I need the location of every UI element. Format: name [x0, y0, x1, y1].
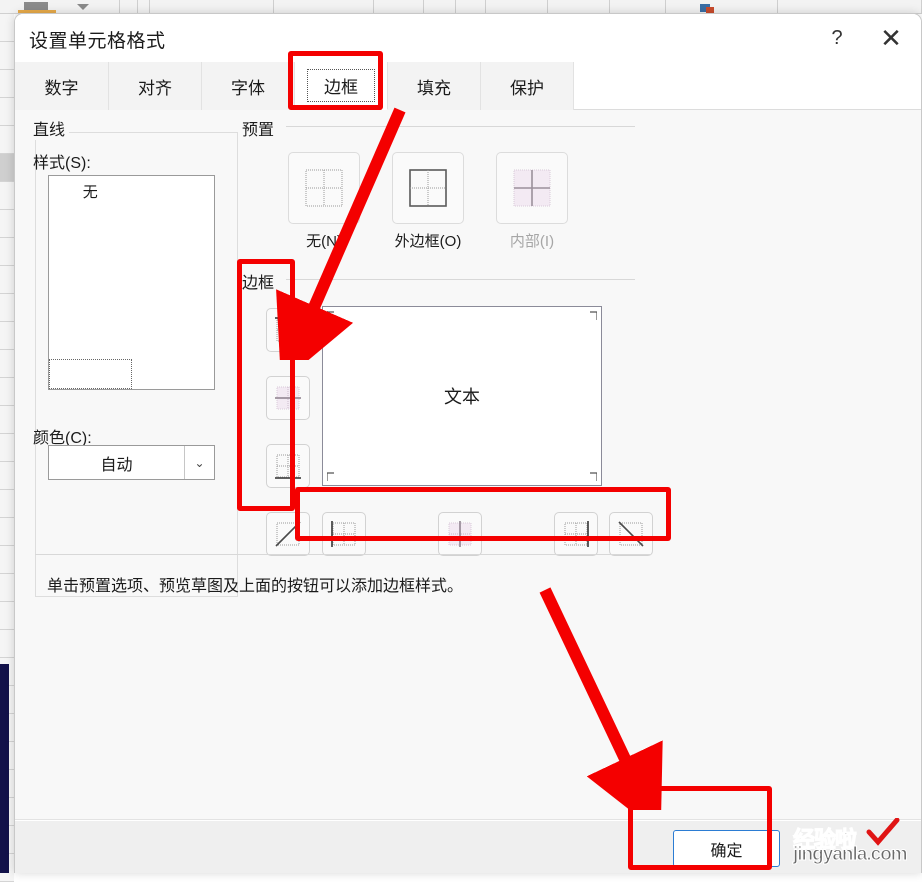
- border-bottom-button[interactable]: [266, 444, 310, 488]
- preset-none-label: 无(N): [306, 233, 342, 250]
- excel-ribbon-strip: [0, 0, 922, 14]
- border-color-value: 自动: [100, 456, 133, 474]
- preset-outline[interactable]: 外边框(O): [392, 152, 464, 251]
- tab-strip: 数字 对齐 字体 边框 填充 保护: [15, 62, 921, 110]
- dialog-footer: 确定: [15, 821, 921, 873]
- border-right-button[interactable]: [554, 512, 598, 556]
- hint-text: 单击预置选项、预览草图及上面的按钮可以添加边框样式。: [47, 578, 464, 595]
- format-cells-dialog: 设置单元格格式 ? ✕ 数字 对齐 字体 边框 填充 保护 直线 样式(S):: [14, 13, 922, 873]
- style-none-label: 无: [82, 183, 98, 201]
- style-option-dash-dot-bold[interactable]: [132, 237, 215, 267]
- ok-button[interactable]: 确定: [673, 830, 780, 867]
- tab-protection-label: 保护: [510, 78, 544, 98]
- preset-none-icon: [305, 169, 343, 207]
- tab-protection[interactable]: 保护: [481, 62, 574, 110]
- excel-taskbar-strip: [0, 664, 9, 873]
- style-option-thin-solid-selected[interactable]: [49, 358, 132, 389]
- border-diagonal-up-button[interactable]: [266, 512, 310, 556]
- tab-font-label: 字体: [231, 78, 265, 98]
- preset-outline-button[interactable]: [392, 152, 464, 224]
- border-middle-vertical-icon: [448, 521, 472, 547]
- preset-outline-icon: [409, 169, 447, 207]
- style-option-solid-medium[interactable]: [132, 298, 215, 328]
- tab-fill-label: 填充: [417, 78, 451, 98]
- preset-inside-icon: [513, 169, 551, 207]
- style-option-dotted[interactable]: [49, 237, 132, 267]
- border-top-button[interactable]: [266, 308, 310, 352]
- dialog-title: 设置单元格格式: [29, 31, 166, 52]
- style-option-dash-dot-long[interactable]: [49, 298, 132, 328]
- border-group-title: 边框: [238, 269, 279, 293]
- border-left-button[interactable]: [322, 512, 366, 556]
- corner-marker-tl: [327, 311, 334, 320]
- preset-inside-button[interactable]: [496, 152, 568, 224]
- border-middle-horizontal-button[interactable]: [266, 376, 310, 420]
- tab-alignment[interactable]: 对齐: [109, 62, 202, 110]
- tab-fill[interactable]: 填充: [388, 62, 481, 110]
- border-right-icon: [564, 521, 589, 547]
- style-option-none[interactable]: 无: [49, 176, 132, 206]
- preset-inside-label: 内部(I): [509, 233, 555, 250]
- dialog-body: 直线 样式(S): 无 颜色(C): 自动 ⌄ 预置 无(N) 外边框(O) 内…: [15, 110, 921, 820]
- line-style-listbox[interactable]: 无: [48, 175, 215, 390]
- tab-font[interactable]: 字体: [202, 62, 295, 110]
- preset-group-title: 预置: [238, 116, 279, 140]
- border-preview-box[interactable]: 文本: [322, 306, 602, 486]
- style-option-dash-dense-bold[interactable]: [132, 206, 215, 236]
- help-icon[interactable]: ?: [815, 18, 859, 58]
- tab-border[interactable]: 边框: [295, 62, 388, 110]
- preset-none-button[interactable]: [288, 152, 360, 224]
- border-diagonal-up-icon: [275, 521, 301, 547]
- hint-divider: [35, 554, 650, 555]
- tab-number[interactable]: 数字: [15, 62, 109, 110]
- style-label: 样式(S):: [33, 155, 91, 172]
- close-icon[interactable]: ✕: [869, 18, 913, 58]
- chevron-down-icon[interactable]: ⌄: [184, 446, 214, 479]
- tab-border-label: 边框: [307, 69, 375, 102]
- preset-group-divider: [286, 126, 635, 127]
- border-top-icon: [275, 317, 301, 342]
- preset-none[interactable]: 无(N): [288, 152, 360, 251]
- style-option-double[interactable]: [132, 359, 215, 389]
- border-middle-horizontal-icon: [275, 386, 301, 410]
- corner-marker-br: [590, 472, 597, 481]
- style-option-dash-dot-medium[interactable]: [132, 176, 215, 206]
- border-left-icon: [331, 521, 356, 547]
- tab-number-label: 数字: [44, 78, 79, 98]
- border-diagonal-down-button[interactable]: [609, 512, 653, 556]
- preset-inside[interactable]: 内部(I): [496, 152, 568, 251]
- corner-marker-tr: [590, 311, 597, 320]
- style-option-dotted-fine[interactable]: [49, 206, 132, 236]
- preview-text: 文本: [444, 387, 480, 407]
- corner-marker-bl: [327, 472, 334, 481]
- style-option-dashed[interactable]: [49, 328, 132, 358]
- border-middle-vertical-button[interactable]: [438, 512, 482, 556]
- style-option-solid-thick[interactable]: [132, 328, 215, 358]
- border-diagonal-down-icon: [618, 521, 644, 547]
- style-option-dashed-bold[interactable]: [132, 267, 215, 297]
- style-option-dash-dot[interactable]: [49, 267, 132, 297]
- line-group-title: 直线: [29, 116, 70, 140]
- border-bottom-icon: [275, 454, 301, 479]
- border-group-divider: [286, 279, 635, 280]
- border-color-dropdown[interactable]: 自动 ⌄: [48, 445, 215, 480]
- tab-alignment-label: 对齐: [138, 78, 172, 98]
- dialog-titlebar: 设置单元格格式 ? ✕: [15, 14, 921, 62]
- preset-outline-label: 外边框(O): [394, 233, 462, 250]
